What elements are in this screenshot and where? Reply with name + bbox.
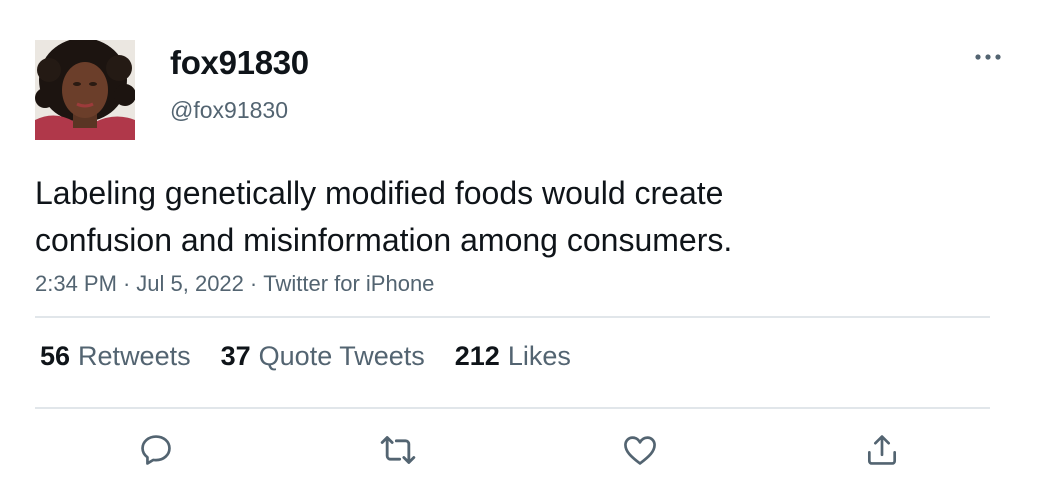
tweet-text: Labeling genetically modified foods woul…	[35, 170, 995, 264]
tweet-source[interactable]: Twitter for iPhone	[263, 271, 434, 296]
avatar[interactable]	[35, 40, 135, 140]
reply-icon	[141, 435, 171, 465]
quote-tweets-label: Quote Tweets	[258, 341, 425, 371]
display-name[interactable]: fox91830	[170, 44, 309, 82]
retweet-icon	[380, 436, 416, 464]
engagement-stats: 56 Retweets 37 Quote Tweets 212 Likes	[40, 341, 601, 372]
retweets-count: 56	[40, 341, 71, 371]
share-icon	[867, 435, 897, 465]
tweet-date[interactable]: Jul 5, 2022	[136, 271, 244, 296]
likes-count: 212	[454, 341, 500, 371]
user-handle[interactable]: @fox91830	[170, 97, 288, 124]
reply-button[interactable]	[134, 428, 178, 472]
retweet-button[interactable]	[376, 428, 420, 472]
tweet-time[interactable]: 2:34 PM	[35, 271, 117, 296]
meta-separator: ·	[122, 271, 131, 296]
likes-stat[interactable]: 212 Likes	[455, 341, 571, 372]
more-icon	[975, 54, 1001, 60]
tweet-metadata: 2:34 PM · Jul 5, 2022 · Twitter for iPhone	[35, 271, 434, 297]
more-options-button[interactable]	[968, 43, 1008, 71]
quote-tweets-stat[interactable]: 37 Quote Tweets	[221, 341, 425, 372]
meta-separator: ·	[249, 271, 258, 296]
likes-label: Likes	[507, 341, 571, 371]
retweets-stat[interactable]: 56 Retweets	[40, 341, 191, 372]
quote-tweets-count: 37	[220, 341, 251, 371]
divider	[35, 407, 990, 409]
retweets-label: Retweets	[78, 341, 191, 371]
like-button[interactable]	[618, 428, 662, 472]
like-icon	[624, 436, 656, 465]
tweet-text-line: confusion and misinformation among consu…	[35, 222, 733, 258]
share-button[interactable]	[860, 428, 904, 472]
tweet-text-line: Labeling genetically modified foods woul…	[35, 175, 724, 211]
avatar-image	[35, 40, 135, 140]
divider	[35, 316, 990, 318]
